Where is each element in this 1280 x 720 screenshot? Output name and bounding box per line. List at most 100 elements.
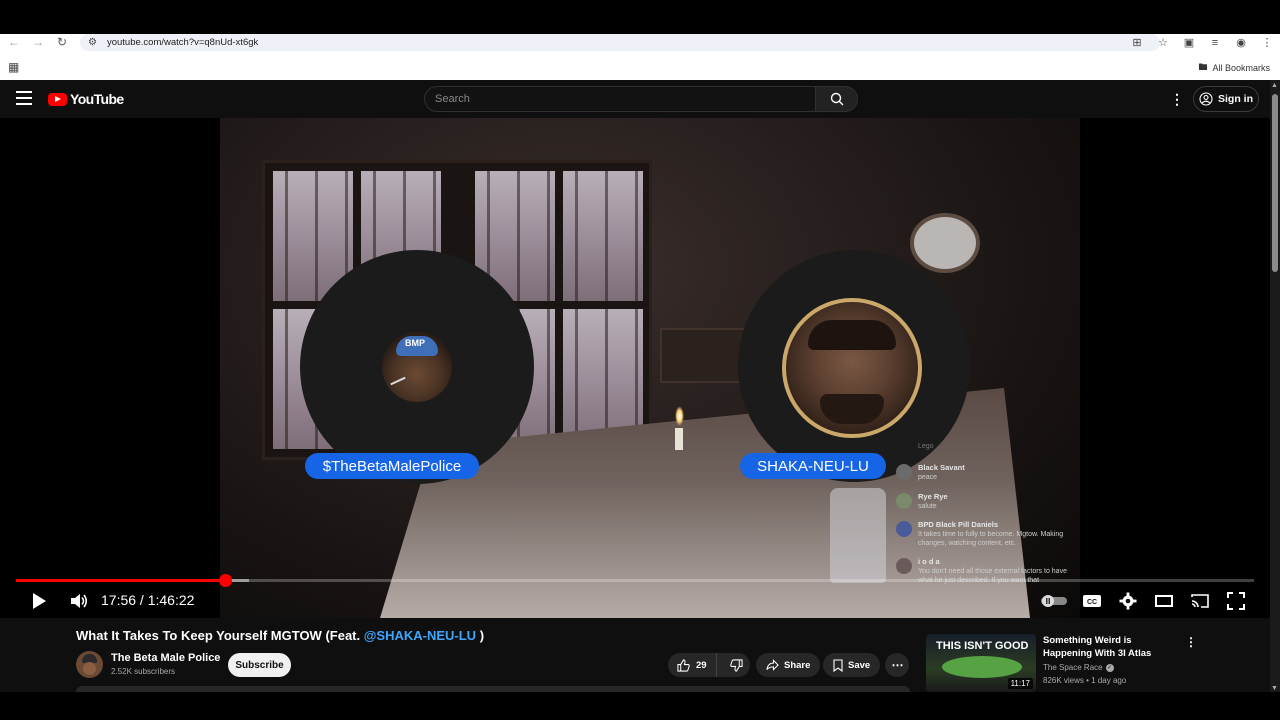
cast-button[interactable]: [1189, 590, 1211, 612]
browser-menu-icon[interactable]: ⋮: [1254, 36, 1280, 49]
progress-bar[interactable]: [16, 574, 1254, 587]
like-dislike-group: 29: [668, 653, 750, 677]
subtitles-button[interactable]: CC: [1081, 590, 1103, 612]
thumbs-up-icon: [677, 658, 690, 672]
thumbnail-text: THIS ISN'T GOOD: [936, 640, 1029, 652]
video-title-suffix: ): [476, 628, 485, 643]
time-display: 17:56 / 1:46:22: [101, 592, 195, 608]
logo-text: YouTube: [70, 91, 124, 107]
right-speaker-avatar: [782, 298, 922, 438]
scroll-up-arrow-icon[interactable]: ▲: [1271, 82, 1278, 89]
search-input[interactable]: [435, 93, 815, 105]
autoplay-toggle[interactable]: [1040, 590, 1068, 612]
dislike-button[interactable]: [722, 653, 750, 677]
forward-icon[interactable]: →: [26, 34, 50, 50]
extensions-icon[interactable]: ▣: [1176, 36, 1202, 49]
player-controls: 17:56 / 1:46:22 CC: [0, 586, 1270, 618]
url-text: youtube.com/watch?v=q8nUd-xt6gk: [106, 37, 259, 48]
video-duration: 11:17: [1007, 678, 1033, 689]
scroll-down-arrow-icon[interactable]: ▼: [1271, 685, 1278, 692]
page-scrollbar[interactable]: ▲ ▼: [1270, 80, 1280, 692]
bookmark-icon: [833, 658, 843, 672]
apps-grid-icon[interactable]: ▦: [8, 60, 19, 74]
recommended-more-icon[interactable]: ⋮: [1185, 635, 1197, 649]
cast-icon: [1191, 594, 1209, 608]
back-icon[interactable]: ←: [2, 34, 26, 50]
address-bar[interactable]: ⚙ youtube.com/watch?v=q8nUd-xt6gk: [80, 34, 1160, 51]
recommended-video-thumbnail[interactable]: THIS ISN'T GOOD 11:17: [926, 634, 1036, 692]
fullscreen-icon: [1227, 592, 1245, 610]
wooden-chest: [660, 328, 750, 383]
recommended-channel-name: The Space Race: [1043, 663, 1103, 672]
menu-icon[interactable]: [16, 91, 32, 105]
play-button[interactable]: [28, 590, 50, 612]
chat-avatar: [896, 464, 912, 480]
recommended-channel[interactable]: The Space Race ✓: [1043, 663, 1114, 672]
like-count: 29: [696, 659, 707, 671]
video-player[interactable]: BMP $TheBetaMalePolice SHAKA-NEU-LU Lego…: [0, 118, 1270, 618]
folder-icon: 🖿: [1198, 62, 1208, 72]
theater-mode-button[interactable]: [1153, 590, 1175, 612]
install-app-icon[interactable]: ⊞: [1124, 36, 1150, 49]
candle: [675, 428, 683, 450]
chat-text: You don't need all those external factor…: [918, 568, 1067, 584]
chat-text: It takes time to fully to become. Mgtow.…: [918, 531, 1064, 547]
mute-button[interactable]: [68, 590, 90, 612]
search-button[interactable]: [815, 86, 858, 112]
site-settings-icon[interactable]: ⚙: [88, 37, 97, 48]
captions-icon: CC: [1083, 595, 1101, 607]
share-label: Share: [784, 659, 811, 671]
reading-list-icon[interactable]: ≡: [1202, 37, 1228, 49]
screen-bottom-edge: [0, 692, 1280, 720]
chat-author: Black Savant: [918, 463, 965, 472]
subscribe-button[interactable]: Subscribe: [228, 653, 291, 677]
browser-actions: ⊞ ☆ ▣ ≡ ◉ ⋮: [1124, 34, 1280, 51]
right-speaker-name: SHAKA-NEU-LU: [740, 453, 886, 479]
scrollbar-thumb[interactable]: [1272, 94, 1278, 272]
chat-faded-text: Lego: [918, 443, 934, 450]
chat-author: BPD Black Pill Daniels: [918, 520, 999, 529]
all-bookmarks-label: All Bookmarks: [1212, 63, 1270, 73]
youtube-play-logo-icon: [48, 92, 67, 106]
youtube-logo[interactable]: YouTube: [48, 91, 124, 107]
channel-name[interactable]: The Beta Male Police: [111, 652, 220, 664]
chat-text: salute: [918, 503, 937, 510]
mention-link[interactable]: @SHAKA-NEU-LU: [364, 628, 476, 643]
like-button[interactable]: 29: [668, 653, 718, 677]
bookmark-star-icon[interactable]: ☆: [1150, 36, 1176, 49]
screen-top-edge: [0, 0, 1280, 34]
volume-icon: [71, 594, 88, 608]
save-button[interactable]: Save: [823, 653, 881, 677]
channel-avatar[interactable]: [76, 651, 103, 678]
save-label: Save: [848, 659, 871, 671]
youtube-header: YouTube ⋮ Sign in: [0, 80, 1270, 118]
wall-clock: [910, 213, 980, 273]
settings-button[interactable]: [1117, 590, 1139, 612]
chat-text: peace: [918, 474, 938, 481]
browser-toolbar: ← → ↻ ⚙ youtube.com/watch?v=q8nUd-xt6gk …: [0, 34, 1280, 52]
sign-in-button[interactable]: Sign in: [1193, 86, 1259, 112]
theater-icon: [1155, 595, 1173, 607]
verified-badge-icon: ✓: [1105, 663, 1114, 672]
gear-icon: [1119, 592, 1137, 610]
video-title-prefix: What It Takes To Keep Yourself MGTOW (Fe…: [76, 628, 364, 643]
profile-icon[interactable]: ◉: [1228, 36, 1254, 49]
left-speaker-avatar: BMP: [382, 332, 452, 402]
fullscreen-button[interactable]: [1225, 590, 1247, 612]
search-icon: [830, 92, 843, 106]
more-actions-button[interactable]: ⋯: [885, 653, 909, 677]
autoplay-icon: [1041, 595, 1067, 607]
recommended-video-meta: 826K views • 1 day ago: [1043, 676, 1127, 685]
play-icon: [33, 593, 46, 609]
all-bookmarks-button[interactable]: 🖿 All Bookmarks: [1198, 60, 1270, 76]
reload-icon[interactable]: ↻: [50, 34, 74, 50]
video-title: What It Takes To Keep Yourself MGTOW (Fe…: [76, 628, 484, 643]
search-box: [424, 86, 816, 112]
candle-flame: [675, 406, 684, 426]
settings-more-icon[interactable]: ⋮: [1170, 91, 1184, 108]
recommended-video-title[interactable]: Something Weird is Happening With 3I Atl…: [1043, 634, 1183, 660]
thumbs-down-icon: [729, 658, 743, 672]
browser-chrome: ← → ↻ ⚙ youtube.com/watch?v=q8nUd-xt6gk …: [0, 34, 1280, 80]
glass-bottle: [830, 488, 886, 583]
share-button[interactable]: Share: [756, 653, 821, 677]
